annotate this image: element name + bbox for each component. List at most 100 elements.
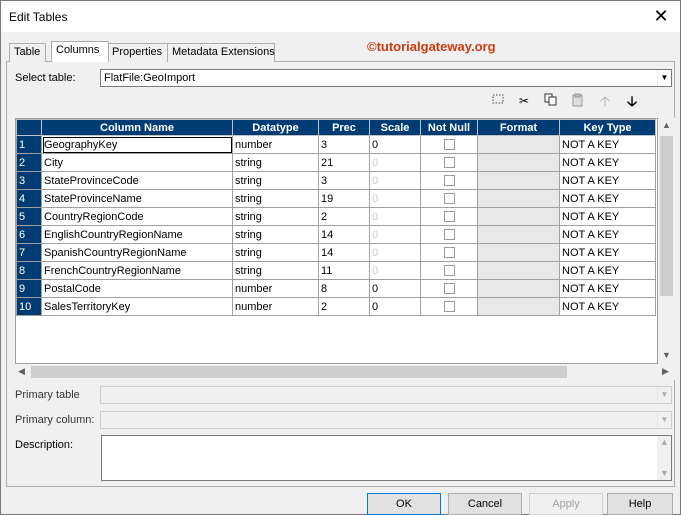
table-row[interactable]: 6 EnglishCountryRegionName string 14 0 NOT A … bbox=[16, 225, 656, 244]
format-cell[interactable] bbox=[477, 153, 560, 172]
format-cell[interactable] bbox=[477, 135, 560, 154]
columns-grid[interactable]: Column Name Datatype Prec Scale Not Null… bbox=[15, 118, 658, 364]
row-number-cell[interactable]: 8 bbox=[16, 261, 42, 280]
prec-cell[interactable]: 3 bbox=[318, 135, 370, 154]
not-null-checkbox[interactable] bbox=[443, 157, 455, 169]
datatype-cell[interactable]: string bbox=[232, 243, 319, 262]
not-null-cell[interactable] bbox=[420, 243, 478, 262]
key-type-cell[interactable]: NOT A KEY bbox=[559, 297, 656, 316]
ok-button[interactable]: OK bbox=[367, 493, 441, 515]
scroll-down-icon[interactable]: ▼ bbox=[662, 350, 671, 360]
prec-cell[interactable]: 14 bbox=[318, 243, 370, 262]
key-type-cell[interactable]: NOT A KEY bbox=[559, 243, 656, 262]
key-type-cell[interactable]: NOT A KEY bbox=[559, 135, 656, 154]
format-cell[interactable] bbox=[477, 279, 560, 298]
scale-cell[interactable]: 0 bbox=[369, 171, 421, 190]
key-type-cell[interactable]: NOT A KEY bbox=[559, 261, 656, 280]
row-number-cell[interactable]: 6 bbox=[16, 225, 42, 244]
not-null-cell[interactable] bbox=[420, 153, 478, 172]
header-column-name[interactable]: Column Name bbox=[41, 119, 233, 136]
prec-cell[interactable]: 2 bbox=[318, 297, 370, 316]
row-number-cell[interactable]: 3 bbox=[16, 171, 42, 190]
scale-cell[interactable]: 0 bbox=[369, 279, 421, 298]
tab-metadata-extensions[interactable]: Metadata Extensions bbox=[167, 43, 275, 62]
column-name-cell[interactable]: SalesTerritoryKey bbox=[41, 297, 233, 316]
table-row[interactable]: 5 CountryRegionCode string 2 0 NOT A KEY bbox=[16, 207, 656, 226]
scrollbar-thumb[interactable] bbox=[660, 136, 673, 296]
key-type-cell[interactable]: NOT A KEY bbox=[559, 207, 656, 226]
not-null-checkbox[interactable] bbox=[443, 301, 455, 313]
format-cell[interactable] bbox=[477, 189, 560, 208]
scroll-down-icon[interactable]: ▼ bbox=[660, 468, 669, 478]
not-null-cell[interactable] bbox=[420, 207, 478, 226]
scale-cell[interactable]: 0 bbox=[369, 135, 421, 154]
prec-cell[interactable]: 8 bbox=[318, 279, 370, 298]
table-row[interactable]: 10 SalesTerritoryKey number 2 0 NOT A KEY bbox=[16, 297, 656, 316]
prec-cell[interactable]: 11 bbox=[318, 261, 370, 280]
scale-cell[interactable]: 0 bbox=[369, 225, 421, 244]
close-icon[interactable]: ✕ bbox=[650, 5, 672, 27]
key-type-cell[interactable]: NOT A KEY bbox=[559, 189, 656, 208]
not-null-checkbox[interactable] bbox=[443, 211, 455, 223]
not-null-cell[interactable] bbox=[420, 261, 478, 280]
datatype-cell[interactable]: string bbox=[232, 225, 319, 244]
not-null-cell[interactable] bbox=[420, 189, 478, 208]
not-null-checkbox[interactable] bbox=[443, 283, 455, 295]
scale-cell[interactable]: 0 bbox=[369, 153, 421, 172]
not-null-checkbox[interactable] bbox=[443, 265, 455, 277]
scrollbar-thumb[interactable] bbox=[31, 366, 567, 378]
table-row[interactable]: 4 StateProvinceName string 19 0 NOT A KEY bbox=[16, 189, 656, 208]
scroll-up-icon[interactable]: ▲ bbox=[662, 120, 671, 130]
tab-columns[interactable]: Columns bbox=[51, 41, 109, 62]
column-name-cell[interactable]: FrenchCountryRegionName bbox=[41, 261, 233, 280]
scroll-up-icon[interactable]: ▲ bbox=[660, 437, 669, 447]
description-textarea[interactable]: ▲ ▼ bbox=[101, 435, 672, 481]
not-null-checkbox[interactable] bbox=[443, 139, 455, 151]
not-null-checkbox[interactable] bbox=[443, 229, 455, 241]
header-not-null[interactable]: Not Null bbox=[420, 119, 478, 136]
format-cell[interactable] bbox=[477, 261, 560, 280]
not-null-cell[interactable] bbox=[420, 171, 478, 190]
tab-table[interactable]: Table bbox=[9, 43, 46, 62]
scale-cell[interactable]: 0 bbox=[369, 261, 421, 280]
column-name-cell[interactable]: EnglishCountryRegionName bbox=[41, 225, 233, 244]
row-number-cell[interactable]: 2 bbox=[16, 153, 42, 172]
scale-cell[interactable]: 0 bbox=[369, 243, 421, 262]
row-number-cell[interactable]: 10 bbox=[16, 297, 42, 316]
format-cell[interactable] bbox=[477, 225, 560, 244]
grid-vertical-scrollbar[interactable]: ▲ ▼ bbox=[658, 118, 675, 364]
not-null-cell[interactable] bbox=[420, 297, 478, 316]
column-name-cell[interactable]: StateProvinceCode bbox=[41, 171, 233, 190]
prec-cell[interactable]: 2 bbox=[318, 207, 370, 226]
paste-icon[interactable] bbox=[570, 93, 586, 109]
tab-properties[interactable]: Properties bbox=[107, 43, 169, 62]
move-down-icon[interactable]: 🡣 bbox=[624, 93, 640, 109]
scale-cell[interactable]: 0 bbox=[369, 297, 421, 316]
copy-icon[interactable] bbox=[543, 93, 559, 109]
format-cell[interactable] bbox=[477, 243, 560, 262]
row-number-cell[interactable]: 7 bbox=[16, 243, 42, 262]
prec-cell[interactable]: 21 bbox=[318, 153, 370, 172]
title-bar[interactable]: Edit Tables ✕ bbox=[1, 1, 680, 32]
datatype-cell[interactable]: string bbox=[232, 261, 319, 280]
format-cell[interactable] bbox=[477, 297, 560, 316]
row-number-cell[interactable]: 1 bbox=[16, 135, 42, 154]
table-row[interactable]: 9 PostalCode number 8 0 NOT A KEY bbox=[16, 279, 656, 298]
format-cell[interactable] bbox=[477, 171, 560, 190]
primary-table-dropdown[interactable]: ▼ bbox=[100, 386, 672, 404]
not-null-checkbox[interactable] bbox=[443, 247, 455, 259]
table-row[interactable]: 2 City string 21 0 NOT A KEY bbox=[16, 153, 656, 172]
primary-column-dropdown[interactable]: ▼ bbox=[100, 411, 672, 429]
column-name-cell[interactable]: City bbox=[41, 153, 233, 172]
scale-cell[interactable]: 0 bbox=[369, 207, 421, 226]
grid-horizontal-scrollbar[interactable]: ◀ ▶ bbox=[15, 364, 675, 380]
new-column-icon[interactable] bbox=[490, 93, 506, 109]
datatype-cell[interactable]: string bbox=[232, 189, 319, 208]
cancel-button[interactable]: Cancel bbox=[448, 493, 522, 515]
prec-cell[interactable]: 19 bbox=[318, 189, 370, 208]
apply-button[interactable]: Apply bbox=[529, 493, 603, 515]
scale-cell[interactable]: 0 bbox=[369, 189, 421, 208]
datatype-cell[interactable]: string bbox=[232, 171, 319, 190]
header-key-type[interactable]: Key Type bbox=[559, 119, 656, 136]
column-name-cell[interactable]: StateProvinceName bbox=[41, 189, 233, 208]
